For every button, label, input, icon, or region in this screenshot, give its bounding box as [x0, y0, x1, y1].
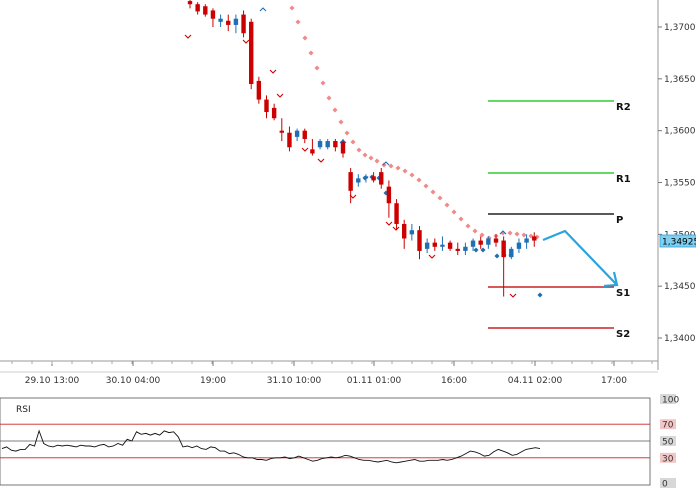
candle-body — [379, 172, 384, 185]
candle-body — [432, 242, 437, 247]
rsi-tick-label: 0 — [662, 480, 668, 489]
price-tick-label: 1,3450 — [664, 282, 696, 292]
price-panel — [0, 0, 658, 361]
candle-body — [486, 238, 491, 245]
candle-body — [333, 141, 338, 148]
candle-body — [226, 20, 231, 25]
time-tick-label: 19:00 — [200, 376, 226, 386]
pivot-label-r2: R2 — [616, 102, 631, 113]
forex-chart: 1,34001,34501,35001,35501,36001,36501,37… — [0, 0, 696, 489]
candle-body — [187, 1, 193, 5]
candle-body — [241, 14, 246, 34]
candle-body — [463, 246, 468, 251]
candle-body — [218, 18, 223, 22]
time-axis-ticks: 29.10 13:00 30.10 04:00 19:00 31.10 10:00 01… — [11, 361, 653, 386]
candle-body — [409, 230, 415, 235]
candle-body — [233, 18, 239, 25]
pivot-label-s2: S2 — [616, 329, 630, 340]
current-price-label: 1,34925 — [662, 238, 696, 248]
candle-body — [249, 21, 254, 85]
candle-body — [402, 223, 407, 239]
candle — [249, 18, 254, 90]
time-tick-label: 04.11 02:00 — [508, 376, 563, 386]
candle-body — [203, 6, 208, 15]
candle-body — [317, 141, 323, 148]
time-tick-label: 31.10 10:00 — [267, 376, 322, 386]
candle-body — [195, 4, 200, 12]
time-tick-label: 16:00 — [441, 376, 467, 386]
candle-body — [340, 141, 346, 154]
rsi-tick-label: 100 — [662, 396, 679, 406]
time-tick-label: 01.11 01:00 — [347, 376, 402, 386]
candle-body — [509, 248, 514, 258]
candle-body — [356, 178, 361, 183]
candle-body — [455, 248, 460, 251]
time-tick-label: 29.10 13:00 — [25, 376, 80, 386]
rsi-title: RSI — [16, 405, 31, 415]
candle-body — [371, 176, 376, 181]
current-price-tag: 1,34925 — [659, 234, 696, 248]
pivot-label-r1: R1 — [616, 174, 631, 185]
candle-body — [386, 186, 392, 204]
rsi-tick-label: 70 — [662, 421, 674, 431]
candle-body — [271, 107, 277, 119]
candle-body — [470, 240, 476, 247]
price-tick-label: 1,3700 — [664, 23, 696, 33]
candle-body — [424, 242, 430, 249]
pivot-label-p: P — [616, 215, 623, 226]
time-tick-label: 30.10 04:00 — [106, 376, 161, 386]
candle-body — [348, 172, 353, 191]
candle-body — [310, 149, 315, 154]
price-axis-ticks: 1,34001,34501,35001,35501,36001,36501,37… — [658, 23, 696, 344]
rsi-panel: RSI 100 70 50 30 0 — [0, 394, 679, 489]
rsi-tick-label: 30 — [662, 454, 674, 464]
candle-body — [501, 240, 506, 258]
candle-body — [325, 141, 330, 148]
candle-body — [394, 203, 399, 224]
candle-body — [287, 132, 292, 148]
candle-body — [210, 10, 216, 19]
price-tick-label: 1,3600 — [664, 127, 696, 137]
candle-body — [493, 238, 499, 243]
rsi-axis: 100 70 50 30 0 — [660, 394, 679, 489]
pivot-label-s1: S1 — [616, 288, 630, 299]
price-tick-label: 1,3650 — [664, 75, 696, 85]
price-tick-label: 1,3400 — [664, 334, 696, 344]
candle-body — [478, 240, 483, 245]
candle-body — [524, 238, 529, 243]
candle-body — [440, 244, 445, 247]
rsi-tick-label: 50 — [662, 438, 674, 448]
candle-body — [279, 130, 284, 133]
candle-body — [516, 242, 522, 249]
candle-body — [447, 242, 453, 249]
time-tick-label: 17:00 — [601, 376, 627, 386]
candle-body — [532, 236, 537, 241]
price-tick-label: 1,3550 — [664, 179, 696, 189]
candle-body — [363, 176, 369, 179]
candle-body — [302, 130, 307, 139]
candle-body — [417, 230, 422, 251]
candle-body — [294, 130, 300, 137]
candle-body — [256, 80, 262, 100]
candle-body — [264, 99, 269, 113]
